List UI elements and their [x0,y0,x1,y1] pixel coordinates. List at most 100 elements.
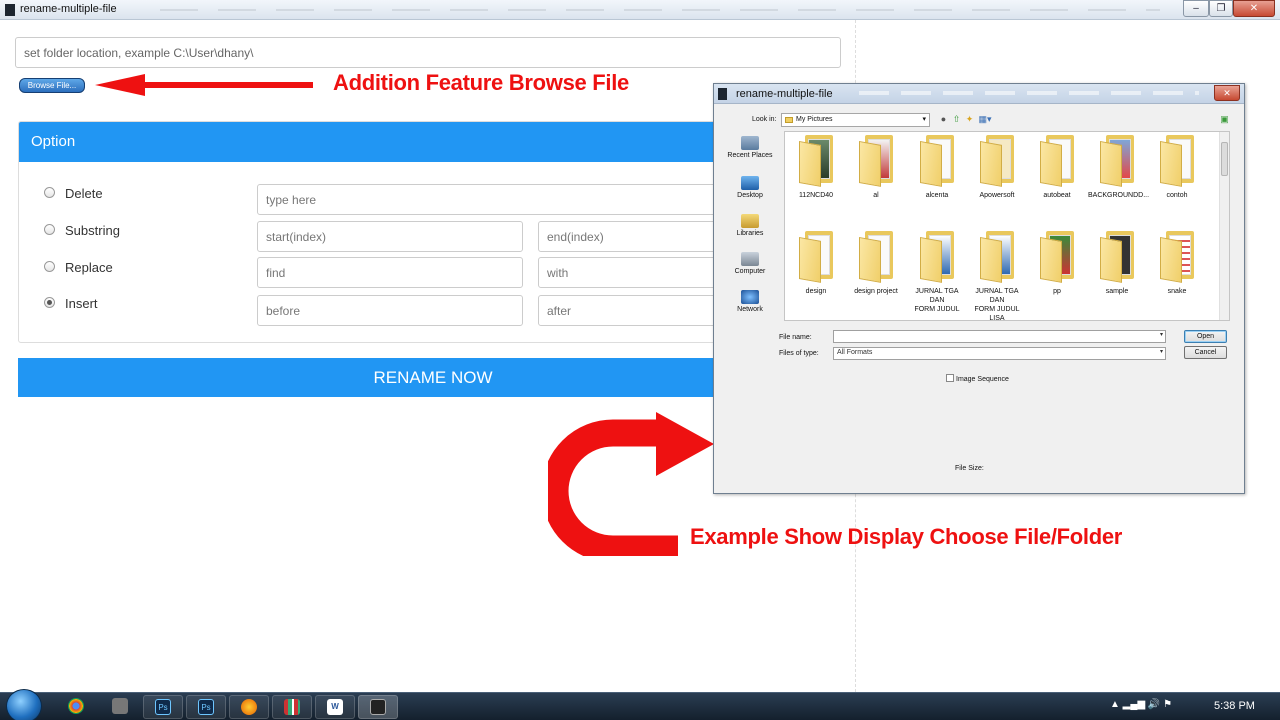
chevron-down-icon[interactable]: ▾ [1160,331,1163,338]
firefox-icon [241,699,257,716]
open-button[interactable]: Open [1184,330,1227,343]
file-label: snake [1167,288,1187,295]
folder-item[interactable]: BACKGROUNDD... [1088,135,1149,200]
folder-location-input[interactable] [15,37,841,68]
image-sequence-option[interactable]: Image Sequence [946,374,1009,383]
dialog-titlebar: rename-multiple-file ✕ [714,84,1244,104]
files-of-type-value: All Formats [837,349,873,356]
folder-item[interactable]: design [787,231,845,296]
look-in-select[interactable]: My Pictures ▾ [781,113,930,127]
file-label: 112NCD40 [798,192,834,199]
dialog-close-button[interactable]: ✕ [1214,85,1240,101]
folder-item[interactable]: design project [847,231,905,296]
desktop-icon [741,176,759,190]
folder-item[interactable]: al [847,135,905,200]
file-name-input[interactable]: ▾ [833,330,1166,343]
minimize-button[interactable]: – [1183,0,1209,17]
radio-insert[interactable] [44,297,55,308]
dialog-title: rename-multiple-file [736,88,833,100]
file-dialog: rename-multiple-file ✕ Look in: My Pictu… [713,83,1245,494]
radio-substring[interactable] [44,224,55,235]
new-folder-right-icon[interactable]: ▣ [1219,114,1230,125]
close-button[interactable]: ✕ [1233,0,1275,17]
taskbar-rename-app[interactable] [358,695,398,719]
chevron-down-icon: ▾ [922,116,926,123]
option-label: Insert [65,296,98,311]
taskbar-photoshop-2[interactable]: Ps [186,695,226,719]
scrollbar-thumb[interactable] [1221,142,1228,176]
folder-item[interactable]: pp [1028,231,1086,296]
replace-find-input[interactable]: find [257,257,523,288]
file-label: autobeat [1043,192,1071,199]
browse-file-button[interactable]: Browse File... [19,78,85,93]
look-in-label: Look in: [752,116,777,123]
place-recent[interactable]: Recent Places [720,136,780,159]
chevron-down-icon[interactable]: ▾ [1160,348,1163,355]
chrome-icon [68,698,84,715]
taskbar-word[interactable]: W [315,695,355,719]
photoshop-icon: Ps [198,699,214,716]
folder-item[interactable]: JURNAL TGA DAN FORM JUDUL LISA [968,231,1026,323]
radio-delete[interactable] [44,187,55,198]
file-label: JURNAL TGA DAN [975,288,1019,304]
taskbar-firefox[interactable] [229,695,269,719]
substring-start-input[interactable]: start(index) [257,221,523,252]
place-label: Desktop [737,192,763,199]
new-folder-icon[interactable]: ✦ [964,114,975,125]
option-delete[interactable]: Delete [44,186,103,201]
folder-item[interactable]: alcenta [908,135,966,200]
system-tray[interactable]: ▲ ▂▄▆ 🔊 ⚑ [1110,699,1172,710]
place-computer[interactable]: Computer [720,252,780,275]
taskbar-books[interactable] [272,695,312,719]
file-label: FORM JUDUL [914,306,960,313]
file-label: FORM JUDUL LISA [974,306,1020,322]
maximize-button[interactable]: ❐ [1209,0,1233,17]
up-folder-icon[interactable]: ⇧ [951,114,962,125]
photoshop-icon: Ps [155,699,171,716]
option-label: Replace [65,260,113,275]
file-list-scrollbar[interactable] [1219,132,1229,320]
folder-item[interactable]: 112NCD40 [787,135,845,200]
libraries-icon [741,214,759,228]
file-label: contoh [1166,192,1188,199]
start-button[interactable] [6,689,42,720]
file-label: JURNAL TGA DAN [915,288,959,304]
back-icon[interactable]: ● [938,114,949,125]
option-replace[interactable]: Replace [44,260,113,275]
folder-item[interactable]: autobeat [1028,135,1086,200]
place-desktop[interactable]: Desktop [720,176,780,199]
folder-item[interactable]: contoh [1148,135,1206,200]
option-substring[interactable]: Substring [44,223,120,238]
image-sequence-label: Image Sequence [956,376,1009,383]
clock[interactable]: 5:38 PM [1214,700,1255,712]
radio-replace[interactable] [44,261,55,272]
files-of-type-select[interactable]: All Formats ▾ [833,347,1166,360]
option-label: Delete [65,186,103,201]
folder-item[interactable]: snake [1148,231,1206,296]
taskbar-camera[interactable] [100,695,140,719]
place-network[interactable]: Network [720,290,780,313]
insert-before-input[interactable]: before [257,295,523,326]
file-label: sample [1105,288,1129,295]
look-in-value: My Pictures [796,116,833,123]
folder-item[interactable]: sample [1088,231,1146,296]
folder-icon [920,231,954,283]
view-menu-icon[interactable]: ▦▾ [977,114,993,125]
taskbar-photoshop-1[interactable]: Ps [143,695,183,719]
app-icon [370,699,386,716]
file-label: design project [854,288,898,295]
folder-icon [799,231,833,283]
file-name-label: File name: [779,334,812,341]
file-list: 112NCD40 al alcenta Apowersoft autobeat … [784,131,1230,323]
cancel-button[interactable]: Cancel [1184,346,1227,359]
folder-item[interactable]: JURNAL TGA DAN FORM JUDUL [908,231,966,314]
folder-icon [1040,135,1074,187]
option-insert[interactable]: Insert [44,296,98,311]
folder-item[interactable]: Apowersoft [968,135,1026,200]
image-sequence-checkbox[interactable] [946,374,954,382]
place-label: Recent Places [727,152,773,159]
titlebar-ghost-text [160,9,1160,11]
place-libraries[interactable]: Libraries [720,214,780,237]
folder-icon [980,231,1014,283]
taskbar-chrome[interactable] [56,695,96,719]
